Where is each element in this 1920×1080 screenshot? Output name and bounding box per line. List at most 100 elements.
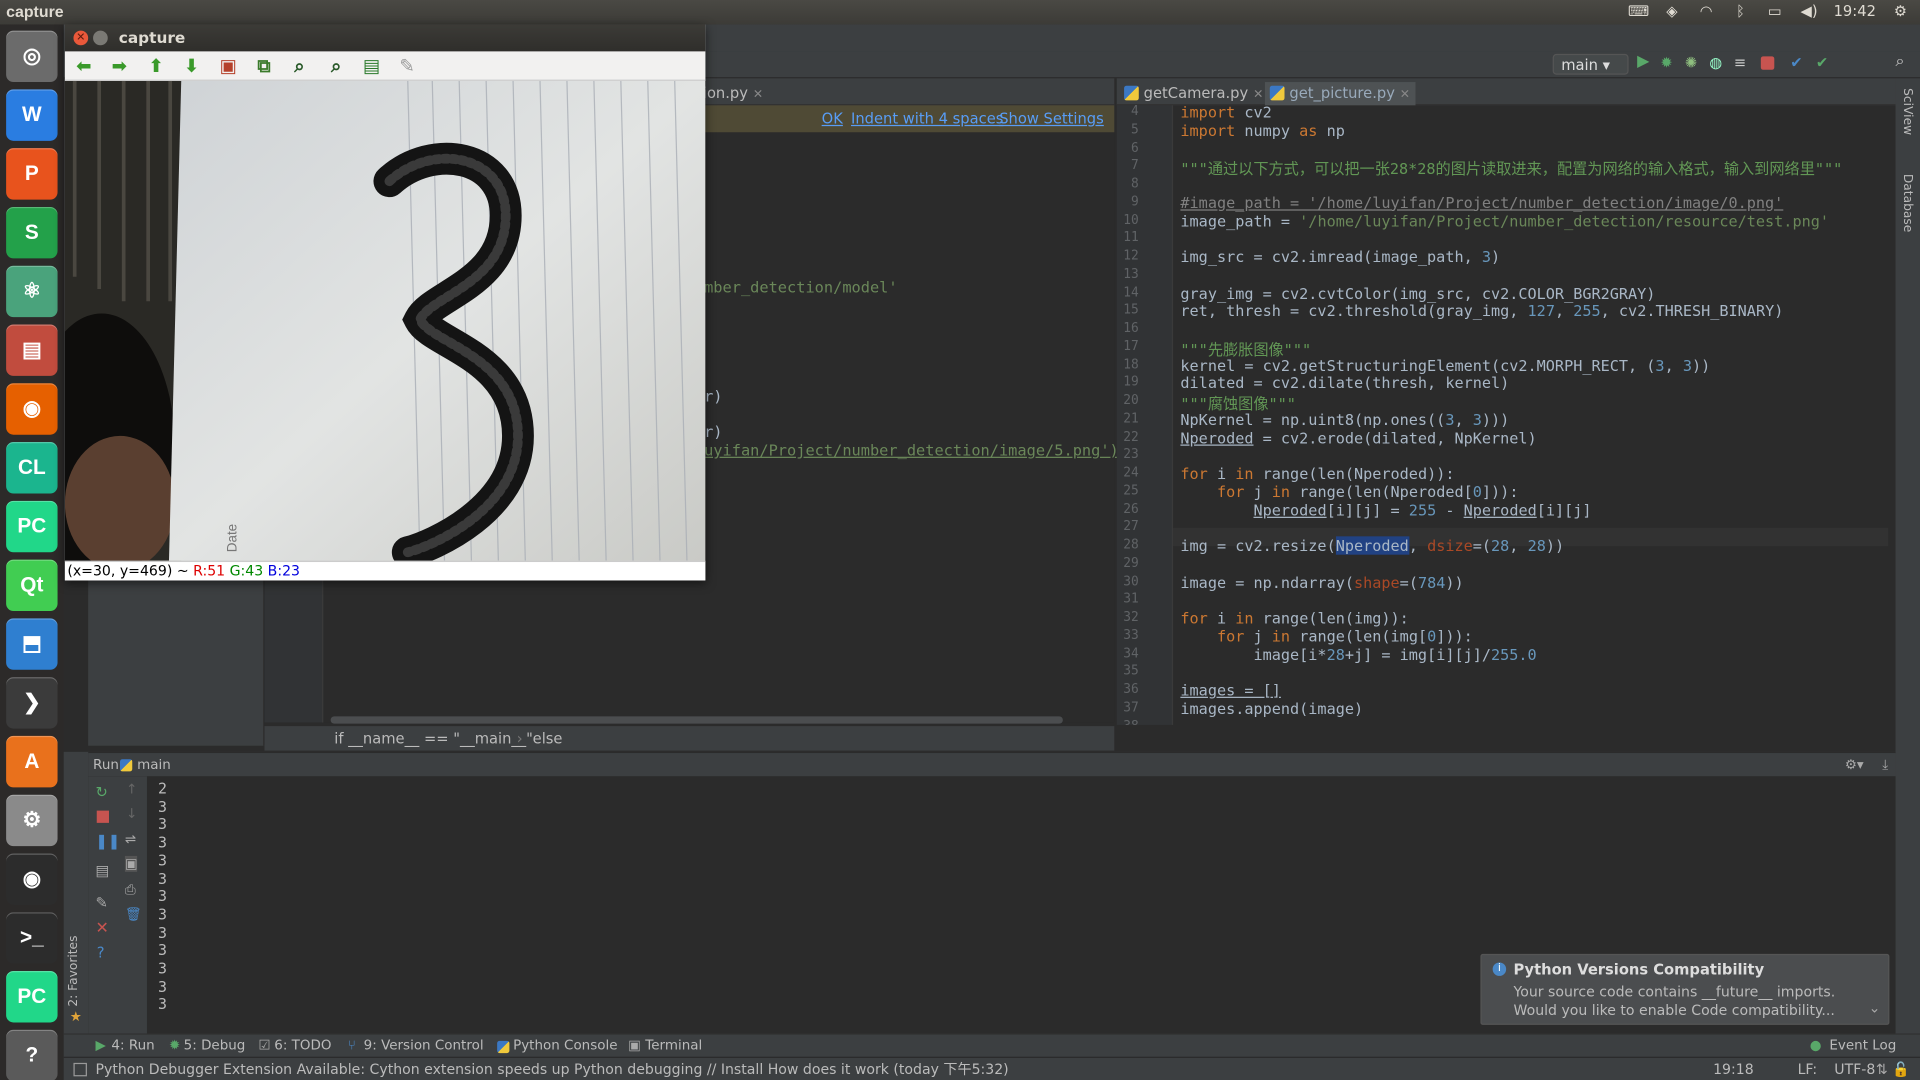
wps-presentation-icon[interactable]: P [6, 148, 58, 200]
help-icon[interactable]: ? [6, 1029, 58, 1080]
battery-icon[interactable]: ▭ [1765, 2, 1785, 19]
output-line: 3 [157, 816, 167, 834]
vcs-update-icon[interactable]: ✔ [1790, 54, 1807, 71]
install-icon[interactable]: ⬒ [6, 618, 58, 670]
volume-icon[interactable]: ◀) [1799, 2, 1819, 19]
ok-link[interactable]: OK [822, 105, 843, 132]
help-icon[interactable]: ? [97, 944, 105, 961]
sublime-icon[interactable]: ❯ [6, 677, 58, 729]
gear-icon[interactable]: ⚙ [1891, 2, 1911, 19]
breadcrumb-item[interactable]: else [533, 726, 563, 750]
horizontal-scrollbar[interactable] [330, 716, 1063, 724]
encoding[interactable]: UTF-8 [1834, 1058, 1875, 1080]
qt-creator-icon[interactable]: Qt [6, 559, 58, 612]
tab-left-file[interactable]: ion.py ✕ [698, 82, 768, 105]
tab-run[interactable]: 4: Run [111, 1037, 154, 1053]
line-separator[interactable]: LF: [1798, 1058, 1818, 1080]
camera-frame[interactable]: Date [64, 80, 706, 561]
clock[interactable]: 19:42 [1834, 2, 1876, 19]
breadcrumb-item[interactable]: if __name__ == "__main__" [334, 726, 533, 750]
debug-icon[interactable]: ✹ [1660, 54, 1677, 71]
trash-icon[interactable]: 🗑 [125, 906, 142, 922]
ubuntu-dash-icon[interactable]: ◎ [6, 30, 58, 83]
gear-icon[interactable]: ⚙▾ [1845, 753, 1864, 777]
notification-popup[interactable]: i Python Versions Compatibility Your sou… [1480, 953, 1890, 1025]
lock-icon[interactable]: ⇅ 🔓 [1876, 1058, 1910, 1080]
files-icon[interactable]: ▤ [6, 324, 58, 376]
save-icon[interactable]: ▤ [361, 56, 382, 77]
close-icon[interactable]: ✕ [96, 920, 109, 938]
pycharm-icon[interactable]: PC [6, 500, 58, 553]
arrow-right-icon[interactable]: ➡ [109, 56, 130, 77]
tab-event-log[interactable]: Event Log [1829, 1037, 1896, 1053]
run-icon[interactable]: ▶ [1637, 53, 1654, 71]
indent-link[interactable]: Indent with 4 spaces [851, 105, 1003, 132]
pycharm-running-icon[interactable]: PC [6, 971, 58, 1023]
bluetooth-icon[interactable]: ᛒ [1731, 2, 1751, 19]
tab-terminal[interactable]: Terminal [645, 1037, 702, 1053]
capture-titlebar[interactable]: ✕ capture [64, 24, 706, 52]
zoom-fit-icon[interactable]: ⧉ [253, 56, 274, 77]
line-number: 19 [1123, 375, 1139, 390]
down-icon[interactable]: ↓ [126, 806, 137, 822]
close-icon[interactable]: ✕ [753, 88, 763, 101]
run-config-select[interactable]: main ▾ [1552, 53, 1629, 75]
notification-line[interactable]: Would you like to enable Code compatibil… [1513, 1002, 1834, 1019]
scroll-end-icon[interactable]: ▣ [124, 855, 138, 872]
soft-wrap-icon[interactable]: ⇌ [125, 831, 136, 847]
code-editor[interactable]: 4 import cv2 5 import numpy as np 6 7 """通过以下方… [1117, 96, 1888, 725]
properties-icon[interactable]: ✎ [397, 56, 418, 77]
camera-image: Date [64, 80, 706, 561]
wps-spreadsheet-icon[interactable]: S [6, 206, 58, 259]
keyboard-icon[interactable]: ⌨ [1628, 2, 1649, 19]
search-icon[interactable]: ⌕ [1896, 53, 1913, 71]
layout-icon[interactable]: ▤ [96, 862, 110, 879]
tab-python-console[interactable]: Python Console [513, 1037, 617, 1053]
terminal-icon[interactable]: >_ [6, 912, 58, 964]
arrow-left-icon[interactable]: ⬅ [73, 56, 94, 77]
atom-icon[interactable]: ⚛ [6, 265, 58, 318]
print-icon[interactable]: ⎙ [125, 882, 136, 899]
pause-icon[interactable]: ❚❚ [96, 833, 121, 850]
tab-debug[interactable]: 5: Debug [184, 1037, 246, 1053]
software-center-icon[interactable]: A [6, 735, 58, 788]
favorites-tab[interactable]: 2: Favorites [67, 936, 80, 1007]
status-bar: Python Debugger Extension Available: Cyt… [63, 1056, 1920, 1080]
clion-icon[interactable]: CL [6, 442, 58, 494]
zoom-out-icon[interactable]: ⌕ [326, 56, 347, 77]
rerun-icon[interactable]: ↻ [96, 784, 108, 801]
camera-icon[interactable]: ◉ [6, 853, 58, 905]
chevron-down-icon[interactable]: ⌄ [1869, 999, 1881, 1016]
stop-icon[interactable] [96, 810, 109, 823]
image-icon[interactable]: ▣ [218, 56, 239, 77]
up-icon[interactable]: ↑ [126, 781, 137, 797]
zoom-in-icon[interactable]: ⌕ [289, 56, 310, 77]
nvidia-icon[interactable]: ◈ [1662, 2, 1682, 19]
pin-icon[interactable]: ✎ [96, 894, 108, 911]
build-icon[interactable]: ≡ [1734, 54, 1751, 71]
minimize-icon[interactable] [93, 30, 108, 46]
close-icon[interactable]: ✕ [73, 30, 89, 46]
sciview-tab[interactable]: SciView [1900, 88, 1913, 135]
coverage-icon[interactable]: ✺ [1685, 54, 1702, 71]
arrow-up-icon[interactable]: ⬆ [146, 56, 167, 77]
database-tab[interactable]: Database [1900, 174, 1913, 232]
show-settings-link[interactable]: Show Settings [999, 105, 1104, 132]
caret-position[interactable]: 19:18 [1713, 1058, 1754, 1080]
stop-icon[interactable] [1760, 56, 1775, 70]
wifi-icon[interactable]: ◠ [1696, 2, 1716, 19]
hide-icon[interactable]: ⤓ [1882, 753, 1888, 777]
tab-todo[interactable]: 6: TODO [274, 1037, 331, 1053]
tab-version-control[interactable]: 9: Version Control [364, 1037, 484, 1053]
status-message[interactable]: Python Debugger Extension Available: Cyt… [96, 1058, 1009, 1080]
status-toggle-icon[interactable] [73, 1062, 87, 1077]
vcs-commit-icon[interactable]: ✔ [1816, 54, 1833, 71]
indent-notice-bar: OK Indent with 4 spaces Show Settings [685, 105, 1115, 133]
code-line: for j in range(len(Nperoded[0])): [1216, 482, 1519, 501]
firefox-icon[interactable]: ◉ [6, 383, 58, 435]
profile-icon[interactable]: ◍ [1709, 54, 1726, 71]
arrow-down-icon[interactable]: ⬇ [181, 56, 202, 77]
line-number: 31 [1123, 591, 1139, 607]
wps-writer-icon[interactable]: W [6, 89, 58, 141]
system-settings-icon[interactable]: ⚙ [6, 794, 58, 847]
